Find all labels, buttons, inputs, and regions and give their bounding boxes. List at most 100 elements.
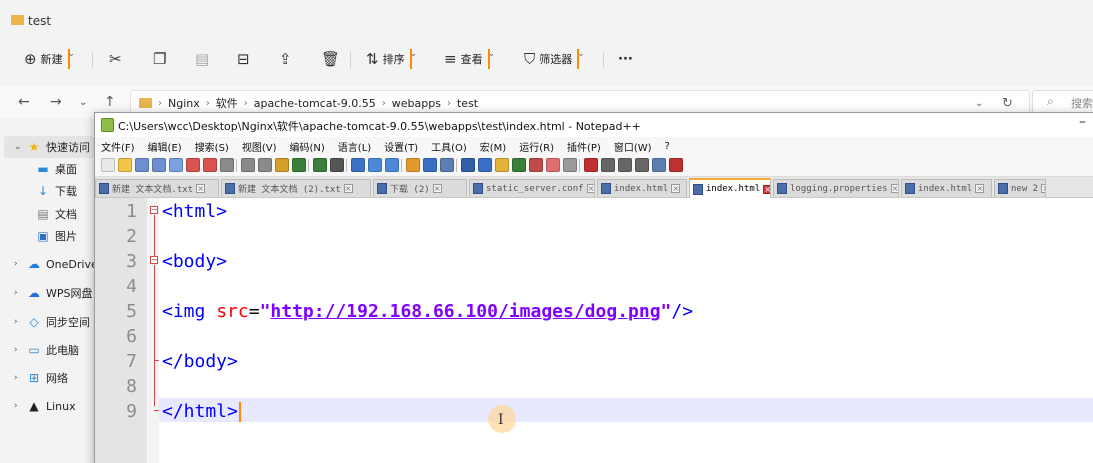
- toolbar-tool-icon[interactable]: [186, 158, 200, 172]
- close-tab-icon[interactable]: ×: [975, 184, 985, 193]
- sidebar-item-this-pc[interactable]: › ▭ 此电脑: [14, 342, 79, 358]
- close-tab-icon[interactable]: ×: [343, 184, 353, 193]
- breadcrumb-separator-icon[interactable]: ›: [158, 98, 162, 109]
- breadcrumb-item[interactable]: 软件: [216, 95, 238, 111]
- toolbar-tool-icon[interactable]: [220, 158, 234, 172]
- breadcrumb-separator-icon[interactable]: ›: [447, 98, 451, 109]
- toolbar-tool-icon[interactable]: [275, 158, 289, 172]
- menu-item[interactable]: 窗口(W): [614, 139, 652, 154]
- toolbar-tool-icon[interactable]: [368, 158, 382, 172]
- toolbar-tool-icon[interactable]: [440, 158, 454, 172]
- toolbar-tool-icon[interactable]: [203, 158, 217, 172]
- menu-item[interactable]: 编码(N): [290, 139, 325, 154]
- share-button[interactable]: ⇪: [279, 49, 292, 69]
- menu-item[interactable]: 视图(V): [242, 139, 277, 154]
- toolbar-tool-icon[interactable]: [292, 158, 306, 172]
- rename-button[interactable]: ⊟: [237, 49, 250, 69]
- minimize-button[interactable]: –: [1079, 114, 1086, 130]
- close-tab-icon[interactable]: ×: [671, 184, 681, 193]
- more-button[interactable]: ···: [618, 49, 633, 69]
- recent-chevron-icon[interactable]: ⌄: [79, 97, 87, 108]
- breadcrumb-item[interactable]: webapps: [392, 97, 441, 110]
- toolbar-tool-icon[interactable]: [461, 158, 475, 172]
- toolbar-tool-icon[interactable]: [584, 158, 598, 172]
- menu-item[interactable]: 宏(M): [480, 139, 506, 154]
- editor-tab[interactable]: 新建 文本文档.txt ×: [95, 179, 219, 197]
- toolbar-tool-icon[interactable]: [423, 158, 437, 172]
- code-editor[interactable]: 123456789 − − <html> <body> <img src="ht…: [95, 198, 1093, 463]
- forward-arrow-icon[interactable]: →: [50, 94, 62, 110]
- toolbar-tool-icon[interactable]: [313, 158, 327, 172]
- menu-item[interactable]: 运行(R): [519, 139, 554, 154]
- sidebar-item-onedrive[interactable]: › ☁ OneDrive: [14, 257, 98, 271]
- menu-item[interactable]: 语言(L): [338, 139, 371, 154]
- editor-tab[interactable]: logging.properties ×: [773, 179, 899, 197]
- toolbar-tool-icon[interactable]: [563, 158, 577, 172]
- filter-button[interactable]: ⛉ 筛选器 ⌄: [524, 49, 585, 69]
- toolbar-tool-icon[interactable]: [169, 158, 183, 172]
- menu-item[interactable]: 文件(F): [101, 139, 135, 154]
- menu-item[interactable]: 编辑(E): [148, 139, 182, 154]
- toolbar-tool-icon[interactable]: [601, 158, 615, 172]
- editor-tab[interactable]: 下载 (2) ×: [373, 179, 467, 197]
- sidebar-item-sync-space[interactable]: › ◇ 同步空间: [14, 314, 90, 330]
- address-dropdown-chevron-icon[interactable]: ⌄: [975, 98, 983, 109]
- toolbar-tool-icon[interactable]: [406, 158, 420, 172]
- paste-button[interactable]: ▤: [195, 49, 209, 69]
- toolbar-tool-icon[interactable]: [652, 158, 666, 172]
- sidebar-item-desktop[interactable]: ▬ 桌面: [36, 161, 77, 177]
- sidebar-item-wps[interactable]: › ☁ WPS网盘: [14, 285, 93, 301]
- toolbar-tool-icon[interactable]: [635, 158, 649, 172]
- new-button[interactable]: ⊕ 新建 ⌄: [24, 49, 75, 69]
- sidebar-item-network[interactable]: › ⊞ 网络: [14, 370, 68, 386]
- toolbar-tool-icon[interactable]: [669, 158, 683, 172]
- refresh-icon[interactable]: ↻: [1002, 96, 1013, 111]
- breadcrumb-separator-icon[interactable]: ›: [382, 98, 386, 109]
- toolbar-tool-icon[interactable]: [152, 158, 166, 172]
- close-tab-icon[interactable]: ×: [890, 184, 898, 193]
- editor-tab[interactable]: index.html ×: [689, 178, 771, 198]
- back-arrow-icon[interactable]: ←: [18, 94, 30, 110]
- toolbar-tool-icon[interactable]: [330, 158, 344, 172]
- view-button[interactable]: ≡ 查看 ⌄: [444, 49, 495, 69]
- cut-button[interactable]: ✂: [109, 49, 122, 69]
- fold-toggle-icon[interactable]: −: [150, 256, 158, 264]
- editor-tab[interactable]: new 2×: [994, 179, 1046, 197]
- menu-item[interactable]: 搜索(S): [195, 139, 229, 154]
- toolbar-tool-icon[interactable]: [512, 158, 526, 172]
- close-tab-icon[interactable]: ×: [432, 184, 442, 193]
- sidebar-item-pictures[interactable]: ▣ 图片: [36, 228, 77, 244]
- menu-item[interactable]: ?: [665, 141, 670, 152]
- toolbar-tool-icon[interactable]: [258, 158, 272, 172]
- toolbar-tool-icon[interactable]: [495, 158, 509, 172]
- image-url-link[interactable]: http://192.168.66.100/images/dog.png: [270, 301, 660, 322]
- toolbar-tool-icon[interactable]: [101, 158, 115, 172]
- close-tab-icon[interactable]: ×: [1041, 184, 1045, 193]
- address-box[interactable]: › Nginx › 软件 › apache-tomcat-9.0.55 › webapps › t…: [130, 90, 1030, 114]
- editor-tab[interactable]: index.html ×: [901, 179, 992, 197]
- breadcrumb-separator-icon[interactable]: ›: [244, 98, 248, 109]
- toolbar-tool-icon[interactable]: [478, 158, 492, 172]
- close-tab-icon[interactable]: ×: [196, 184, 206, 193]
- breadcrumb-separator-icon[interactable]: ›: [206, 98, 210, 109]
- delete-button[interactable]: 🗑: [321, 49, 340, 69]
- close-tab-icon[interactable]: ×: [586, 184, 594, 193]
- sidebar-item-linux[interactable]: › ▲ Linux: [14, 399, 76, 413]
- toolbar-tool-icon[interactable]: [135, 158, 149, 172]
- search-input[interactable]: ⌕ 搜索: [1032, 90, 1093, 114]
- toolbar-tool-icon[interactable]: [385, 158, 399, 172]
- editor-tab[interactable]: 新建 文本文档 (2).txt ×: [221, 179, 371, 197]
- menu-item[interactable]: 插件(P): [567, 139, 601, 154]
- toolbar-tool-icon[interactable]: [241, 158, 255, 172]
- breadcrumb-item[interactable]: test: [457, 97, 478, 110]
- sidebar-item-quick-access[interactable]: ⌄ ★ 快速访问: [14, 139, 90, 155]
- toolbar-tool-icon[interactable]: [529, 158, 543, 172]
- editor-tab[interactable]: index.html ×: [597, 179, 687, 197]
- breadcrumb-item[interactable]: Nginx: [168, 97, 200, 110]
- close-tab-icon[interactable]: ×: [763, 184, 770, 194]
- toolbar-tool-icon[interactable]: [618, 158, 632, 172]
- toolbar-tool-icon[interactable]: [546, 158, 560, 172]
- copy-button[interactable]: ❐: [153, 49, 166, 69]
- sidebar-item-downloads[interactable]: ↓ 下载: [36, 183, 77, 199]
- toolbar-tool-icon[interactable]: [351, 158, 365, 172]
